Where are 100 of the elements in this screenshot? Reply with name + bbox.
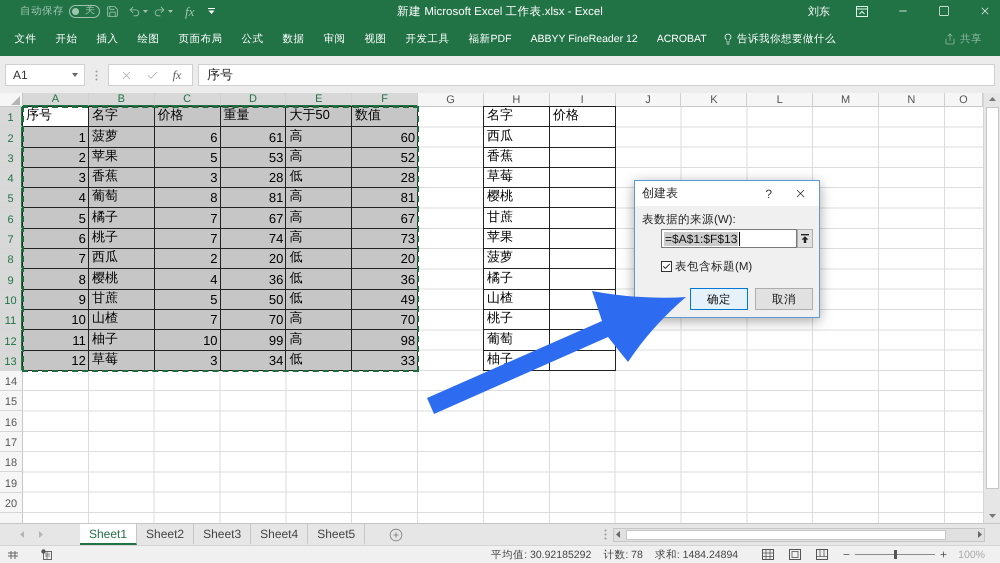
table-cell: 草莓 [482,168,550,188]
formula-field[interactable]: 序号 [198,64,995,86]
row-header[interactable]: 13 [0,350,23,371]
normal-view-icon[interactable] [762,549,774,560]
checkbox[interactable] [661,261,672,272]
grip-dots-icon[interactable] [604,529,607,540]
table-cell: 柚子 [88,330,155,351]
help-button[interactable]: ? [765,186,772,200]
table-cell: 橘子 [482,269,550,290]
grip-dots-icon[interactable] [95,70,98,80]
table-cell: 6 [154,127,221,148]
dialog-button[interactable]: 确定 [690,288,748,310]
row-header[interactable]: 1 [0,107,23,128]
row-header[interactable]: 3 [0,148,23,168]
ribbon-tab[interactable]: 文件 [5,27,46,51]
table-cell: 西瓜 [482,127,550,148]
collapse-button[interactable] [797,229,813,248]
row-header[interactable]: 11 [0,310,23,330]
ribbon-tab[interactable]: ACROBAT [647,27,716,51]
table-cell: 81 [220,188,286,208]
table-cell: 苹果 [88,148,155,168]
column-header[interactable]: B [88,93,155,107]
ribbon-tab[interactable]: ABBYY FineReader 12 [521,27,648,51]
caret-icon[interactable] [143,10,148,12]
table-cell: 4 [22,188,89,208]
user-name[interactable]: 刘东 [808,4,830,18]
column-header[interactable]: C [154,93,221,107]
page-break-preview-icon[interactable] [816,549,828,560]
row-header[interactable]: 12 [0,330,23,351]
lightbulb-icon [722,33,734,45]
count-readout: 计数: 78 [603,548,643,562]
table-cell: 7 [154,310,221,330]
table-cell: 菠萝 [88,127,155,148]
table-cell: 9 [22,290,89,310]
ribbon-tab[interactable]: 福新PDF [459,27,521,51]
table-cell: 20 [220,249,286,270]
dropdown-caret-icon[interactable] [72,73,78,77]
row-header[interactable]: 7 [0,228,23,250]
maximize-icon[interactable] [938,5,950,17]
sum-readout: 求和: 1484.24894 [654,548,738,562]
scroll-down-arrow-icon[interactable] [988,514,996,518]
table-cell: 甘蔗 [482,208,550,229]
dialog-button[interactable]: 取消 [755,288,813,310]
zoom-slider-thumb[interactable] [894,550,897,559]
ribbon-tab[interactable]: 视图 [355,27,396,51]
macro-record-icon[interactable] [41,549,52,560]
horizontal-scrollbar[interactable] [613,528,985,542]
scroll-up-arrow-icon[interactable] [988,97,996,101]
ribbon-tab[interactable]: 开发工具 [396,27,459,51]
column-header[interactable]: D [220,93,286,107]
close-icon[interactable] [794,187,807,200]
insert-function-button[interactable]: fx [172,69,182,81]
row-header[interactable]: 10 [0,290,23,310]
zoom-in-icon[interactable] [939,550,948,559]
ribbon-tab[interactable]: 页面布局 [169,27,232,51]
caret-icon[interactable] [168,10,173,12]
ribbon-display-options-icon[interactable] [856,6,868,16]
scrollbar-thumb[interactable] [626,530,946,540]
customize-caret-icon[interactable] [208,8,216,14]
table-cell: 8 [154,188,221,208]
ribbon-tab[interactable]: 开始 [46,27,87,51]
table-cell: 葡萄 [482,330,550,351]
table-cell: 1 [22,127,89,148]
sheet-tab[interactable]: Sheet1 [80,524,138,545]
table-cell: 7 [22,249,89,270]
table-cell: 52 [352,148,418,168]
ribbon-tab[interactable]: 审阅 [314,27,355,51]
row-header[interactable]: 5 [0,188,23,208]
row-header[interactable]: 8 [0,249,23,270]
add-sheet-icon[interactable] [389,528,404,542]
row-header[interactable]: 2 [0,127,23,148]
tell-me-search[interactable]: 告诉我你想要做什么 [716,27,842,51]
vertical-scrollbar[interactable] [983,93,1000,523]
checkbox-label[interactable]: 表包含标题(M) [675,259,752,274]
table-cell: 低 [286,249,352,270]
scroll-left-arrow-icon[interactable] [616,531,620,538]
page-layout-icon[interactable] [789,549,802,560]
column-header[interactable]: A [23,93,89,107]
row-header[interactable]: 4 [0,168,23,188]
table-cell: 12 [22,350,89,371]
range-field[interactable]: =$A$1:$F$13 [661,229,798,248]
column-header[interactable]: E [286,93,352,107]
table-cell: 70 [220,310,286,330]
table-cell: 73 [352,228,418,250]
table-cell: 10 [22,310,89,330]
scrollbar-thumb[interactable] [986,107,998,489]
row-header[interactable]: 20 [0,492,23,513]
row-header[interactable]: 6 [0,208,23,229]
ribbon-tab[interactable]: 公式 [232,27,273,51]
scroll-right-arrow-icon[interactable] [978,531,982,538]
ribbon-tab[interactable]: 插入 [87,27,128,51]
name-box[interactable]: A1 [5,64,85,86]
table-cell: 高 [286,310,352,330]
column-header[interactable]: F [352,93,418,107]
column-header[interactable]: J [616,93,682,107]
table-cell: 99 [220,330,286,351]
row-header[interactable]: 9 [0,269,23,290]
ribbon-tab[interactable]: 绘图 [128,27,169,51]
ribbon-tab[interactable]: 数据 [273,27,314,51]
table-cell: 高 [286,127,352,148]
